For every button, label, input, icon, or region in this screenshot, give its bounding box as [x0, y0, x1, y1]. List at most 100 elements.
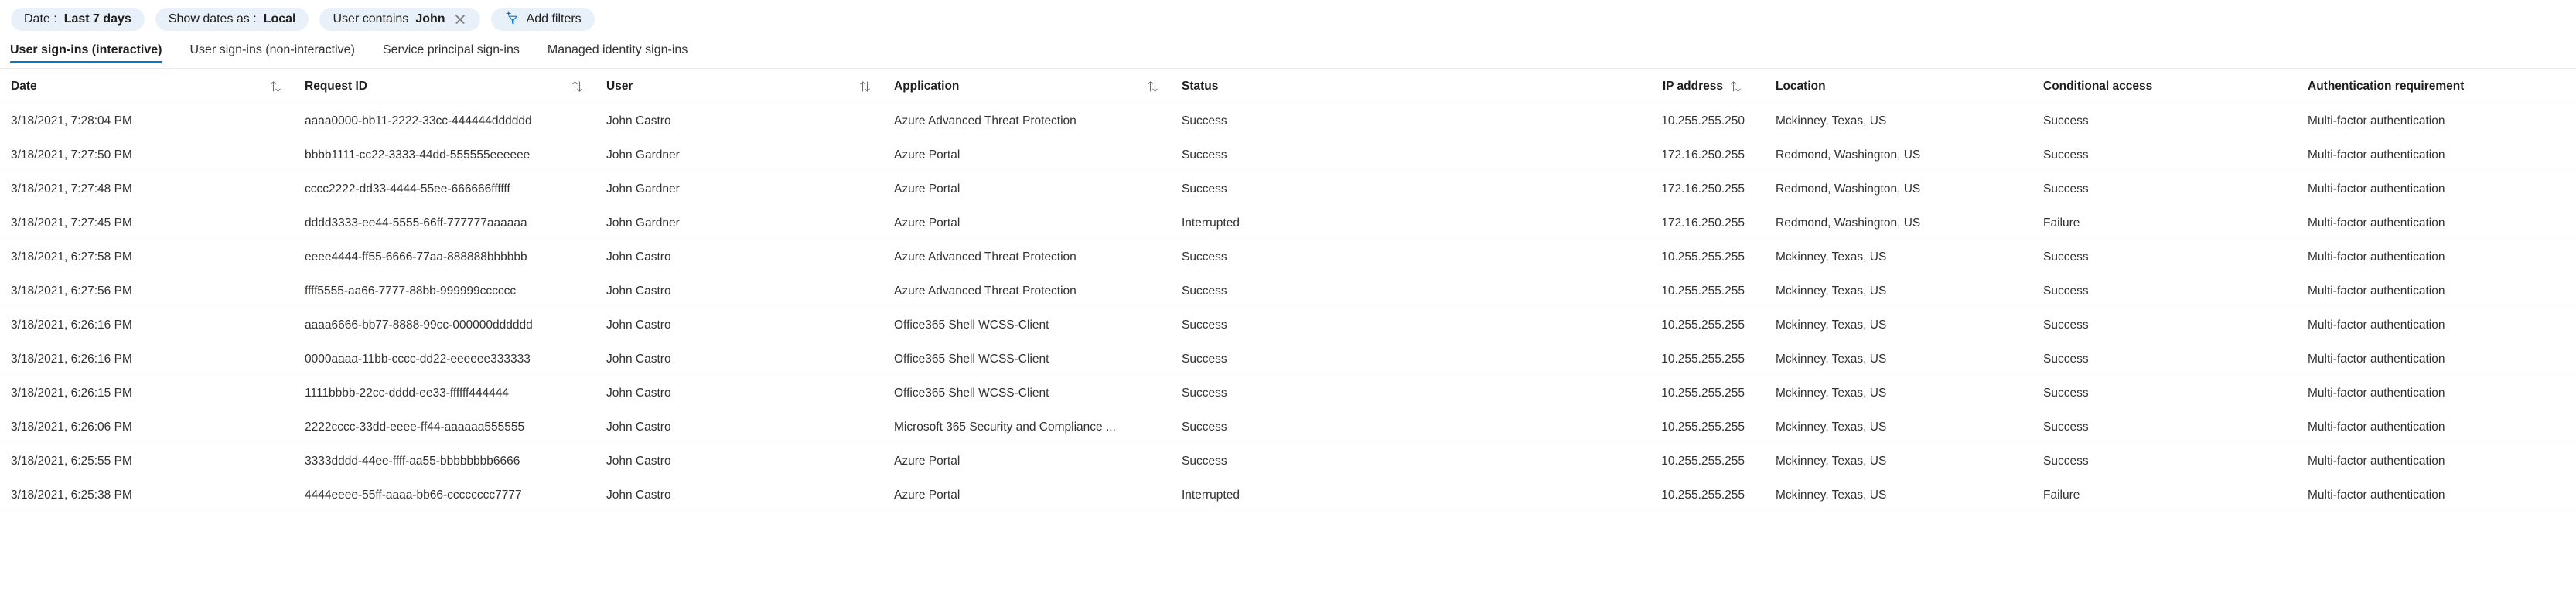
column-header-label: Application — [894, 80, 959, 94]
cell-app: Azure Portal — [883, 455, 1171, 468]
user-filter[interactable]: User containsJohn — [319, 8, 479, 31]
cell-app: Office365 Shell WCSS-Client — [883, 318, 1171, 332]
cell-ca: Success — [2032, 420, 2297, 434]
show-dates-filter[interactable]: Show dates as :Local — [155, 8, 309, 31]
table-row[interactable]: 3/18/2021, 6:26:16 PMaaaa6666-bb77-8888-… — [0, 308, 2576, 342]
cell-date: 3/18/2021, 6:27:58 PM — [0, 250, 294, 264]
sort-arrows-icon[interactable] — [571, 80, 586, 94]
cell-req[interactable]: cccc2222-dd33-4444-55ee-666666ffffff — [294, 182, 595, 196]
cell-loc: Mckinney, Texas, US — [1745, 250, 2032, 264]
cell-user[interactable]: John Castro — [595, 386, 883, 400]
cell-req[interactable]: 4444eeee-55ff-aaaa-bb66-cccccccc7777 — [294, 489, 595, 502]
cell-date: 3/18/2021, 6:26:16 PM — [0, 352, 294, 366]
cell-req[interactable]: aaaa0000-bb11-2222-33cc-444444dddddd — [294, 114, 595, 128]
cell-ca: Success — [2032, 455, 2297, 468]
cell-req[interactable]: ffff5555-aa66-7777-88bb-999999cccccc — [294, 284, 595, 298]
cell-user[interactable]: John Castro — [595, 352, 883, 366]
cell-req[interactable]: 2222cccc-33dd-eeee-ff44-aaaaaa555555 — [294, 420, 595, 434]
tab-bar: User sign-ins (interactive)User sign-ins… — [0, 37, 2576, 63]
table-row[interactable]: 3/18/2021, 6:27:56 PMffff5555-aa66-7777-… — [0, 274, 2576, 308]
table-row[interactable]: 3/18/2021, 6:26:06 PM2222cccc-33dd-eeee-… — [0, 410, 2576, 444]
cell-user[interactable]: John Castro — [595, 420, 883, 434]
column-header-status[interactable]: Status — [1171, 80, 1459, 94]
column-header-label: Authentication requirement — [2308, 80, 2464, 94]
table-body: 3/18/2021, 7:28:04 PMaaaa0000-bb11-2222-… — [0, 104, 2576, 512]
cell-user[interactable]: John Castro — [595, 455, 883, 468]
sort-arrows-icon[interactable] — [1729, 80, 1745, 94]
cell-ca: Success — [2032, 386, 2297, 400]
cell-loc: Mckinney, Texas, US — [1745, 455, 2032, 468]
cell-user[interactable]: John Gardner — [595, 182, 883, 196]
column-header-auth[interactable]: Authentication requirement — [2297, 80, 2576, 94]
add-filters-label: Add filters — [527, 13, 582, 26]
cell-app: Office365 Shell WCSS-Client — [883, 352, 1171, 366]
table-row[interactable]: 3/18/2021, 7:27:48 PMcccc2222-dd33-4444-… — [0, 172, 2576, 206]
sort-arrows-icon[interactable] — [269, 80, 285, 94]
column-header-app[interactable]: Application — [883, 80, 1171, 94]
table-row[interactable]: 3/18/2021, 7:28:04 PMaaaa0000-bb11-2222-… — [0, 104, 2576, 138]
filter-value: Local — [264, 13, 296, 26]
add-filters-button[interactable]: Add filters — [491, 8, 595, 31]
column-header-label: Conditional access — [2043, 80, 2152, 94]
cell-auth: Multi-factor authentication — [2297, 352, 2576, 366]
tab-2[interactable]: Service principal sign-ins — [369, 44, 534, 63]
cell-req[interactable]: 0000aaaa-11bb-cccc-dd22-eeeeee333333 — [294, 352, 595, 366]
table-row[interactable]: 3/18/2021, 6:26:15 PM1111bbbb-22cc-dddd-… — [0, 376, 2576, 410]
column-header-label: IP address — [1663, 80, 1723, 94]
table-row[interactable]: 3/18/2021, 6:25:55 PM3333dddd-44ee-ffff-… — [0, 444, 2576, 478]
table-row[interactable]: 3/18/2021, 7:27:50 PMbbbb1111-cc22-3333-… — [0, 138, 2576, 172]
cell-user[interactable]: John Castro — [595, 114, 883, 128]
cell-status: Success — [1171, 114, 1459, 128]
table-row[interactable]: 3/18/2021, 6:25:38 PM4444eeee-55ff-aaaa-… — [0, 478, 2576, 512]
tab-0[interactable]: User sign-ins (interactive) — [10, 44, 176, 63]
cell-ca: Success — [2032, 250, 2297, 264]
filter-value: John — [415, 13, 445, 26]
tab-3[interactable]: Managed identity sign-ins — [534, 44, 701, 63]
cell-req[interactable]: bbbb1111-cc22-3333-44dd-555555eeeeee — [294, 148, 595, 162]
cell-loc: Redmond, Washington, US — [1745, 216, 2032, 230]
cell-req[interactable]: dddd3333-ee44-5555-66ff-777777aaaaaa — [294, 216, 595, 230]
table-row[interactable]: 3/18/2021, 6:27:58 PMeeee4444-ff55-6666-… — [0, 240, 2576, 274]
cell-ip: 10.255.255.255 — [1459, 489, 1745, 502]
cell-req[interactable]: 1111bbbb-22cc-dddd-ee33-ffffff444444 — [294, 386, 595, 400]
cell-loc: Mckinney, Texas, US — [1745, 318, 2032, 332]
cell-user[interactable]: John Castro — [595, 250, 883, 264]
cell-user[interactable]: John Castro — [595, 318, 883, 332]
date-filter[interactable]: Date :Last 7 days — [11, 8, 145, 31]
cell-user[interactable]: John Castro — [595, 284, 883, 298]
cell-user[interactable]: John Gardner — [595, 148, 883, 162]
table-row[interactable]: 3/18/2021, 6:26:16 PM0000aaaa-11bb-cccc-… — [0, 342, 2576, 376]
cell-loc: Redmond, Washington, US — [1745, 148, 2032, 162]
sort-arrows-icon[interactable] — [1146, 80, 1162, 94]
cell-ip: 172.16.250.255 — [1459, 148, 1745, 162]
column-header-loc[interactable]: Location — [1745, 80, 2032, 94]
cell-user[interactable]: John Gardner — [595, 216, 883, 230]
column-header-req[interactable]: Request ID — [294, 80, 595, 94]
cell-req[interactable]: eeee4444-ff55-6666-77aa-888888bbbbbb — [294, 250, 595, 264]
column-header-date[interactable]: Date — [0, 80, 294, 94]
tab-1[interactable]: User sign-ins (non-interactive) — [176, 44, 369, 63]
sort-arrows-icon[interactable] — [858, 80, 874, 94]
cell-app: Office365 Shell WCSS-Client — [883, 386, 1171, 400]
cell-date: 3/18/2021, 6:25:55 PM — [0, 455, 294, 468]
cell-user[interactable]: John Castro — [595, 489, 883, 502]
cell-ca: Success — [2032, 114, 2297, 128]
cell-loc: Mckinney, Texas, US — [1745, 420, 2032, 434]
cell-ip: 10.255.255.255 — [1459, 284, 1745, 298]
cell-app: Azure Portal — [883, 489, 1171, 502]
cell-req[interactable]: aaaa6666-bb77-8888-99cc-000000dddddd — [294, 318, 595, 332]
cell-app: Azure Portal — [883, 148, 1171, 162]
column-header-user[interactable]: User — [595, 80, 883, 94]
cell-auth: Multi-factor authentication — [2297, 386, 2576, 400]
column-header-ip[interactable]: IP address — [1459, 80, 1745, 94]
cell-date: 3/18/2021, 7:28:04 PM — [0, 114, 294, 128]
cell-auth: Multi-factor authentication — [2297, 318, 2576, 332]
cell-auth: Multi-factor authentication — [2297, 489, 2576, 502]
close-icon[interactable] — [454, 13, 467, 26]
column-header-ca[interactable]: Conditional access — [2032, 80, 2297, 94]
cell-app: Azure Portal — [883, 182, 1171, 196]
cell-ip: 10.255.255.255 — [1459, 455, 1745, 468]
cell-req[interactable]: 3333dddd-44ee-ffff-aa55-bbbbbbbb6666 — [294, 455, 595, 468]
cell-auth: Multi-factor authentication — [2297, 182, 2576, 196]
table-row[interactable]: 3/18/2021, 7:27:45 PMdddd3333-ee44-5555-… — [0, 206, 2576, 240]
